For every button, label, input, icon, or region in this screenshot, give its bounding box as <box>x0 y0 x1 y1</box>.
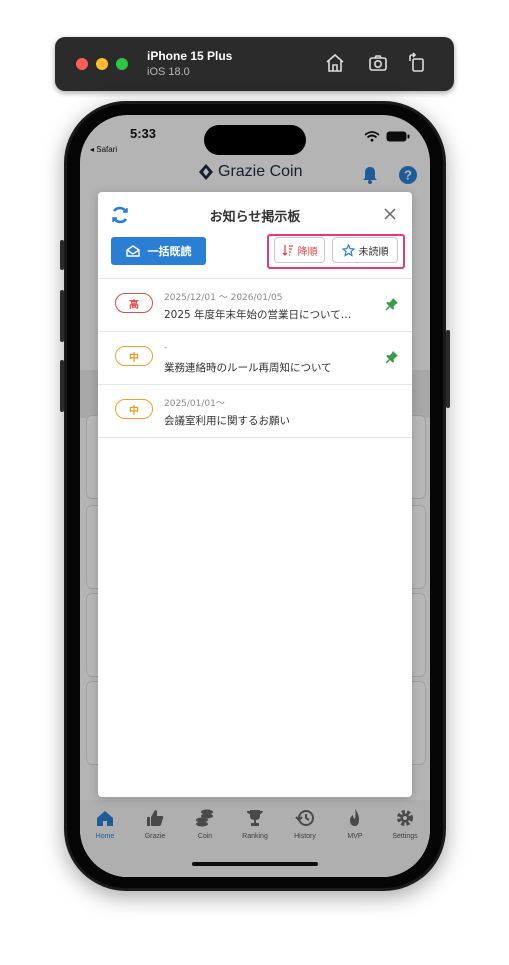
simulator-toolbar: iPhone 15 Plus iOS 18.0 <box>55 37 454 91</box>
volume-down-button <box>60 360 64 412</box>
rotate-icon[interactable] <box>405 51 429 75</box>
sort-buttons-highlight <box>267 234 405 269</box>
close-icon[interactable] <box>382 206 398 222</box>
modal-title: お知らせ掲示板 <box>209 209 301 224</box>
os-version: iOS 18.0 <box>147 66 190 78</box>
notice-title: 2025 年度年末年始の営業日について… <box>164 309 352 321</box>
notice-date: 2025/01/01～ <box>164 399 225 409</box>
notice-title: 会議室利用に関するお願い <box>164 415 290 427</box>
notice-board-modal: お知らせ掲示板 一括既読 降順 未読順 高 2025/12/01 ～ 2026/… <box>98 192 412 797</box>
minimize-window-button[interactable] <box>96 58 108 70</box>
notice-item[interactable]: 高 2025/12/01 ～ 2026/01/05 2025 年度年末年始の営業… <box>98 279 412 331</box>
priority-badge: 中 <box>115 399 153 419</box>
screenshot-icon[interactable] <box>366 51 390 75</box>
notice-date: - <box>164 343 168 353</box>
priority-badge: 中 <box>115 346 153 366</box>
pin-icon[interactable] <box>385 297 399 311</box>
priority-badge: 高 <box>115 293 153 313</box>
zoom-window-button[interactable] <box>116 58 128 70</box>
mark-all-read-label: 一括既読 <box>147 245 192 258</box>
home-icon[interactable] <box>323 51 347 75</box>
device-name: iPhone 15 Plus <box>147 49 233 63</box>
notice-title: 業務連絡時のルール再周知について <box>164 362 332 374</box>
notice-item[interactable]: 中 - 業務連絡時のルール再周知について <box>98 332 412 384</box>
envelope-open-icon <box>125 245 140 257</box>
divider <box>98 437 412 438</box>
power-button <box>446 330 450 408</box>
close-window-button[interactable] <box>76 58 88 70</box>
notice-item[interactable]: 中 2025/01/01～ 会議室利用に関するお願い <box>98 385 412 437</box>
mark-all-read-button[interactable]: 一括既読 <box>111 237 206 265</box>
pin-icon[interactable] <box>385 350 399 364</box>
volume-up-button <box>60 290 64 342</box>
action-button <box>60 240 64 270</box>
notice-date: 2025/12/01 ～ 2026/01/05 <box>164 293 283 303</box>
